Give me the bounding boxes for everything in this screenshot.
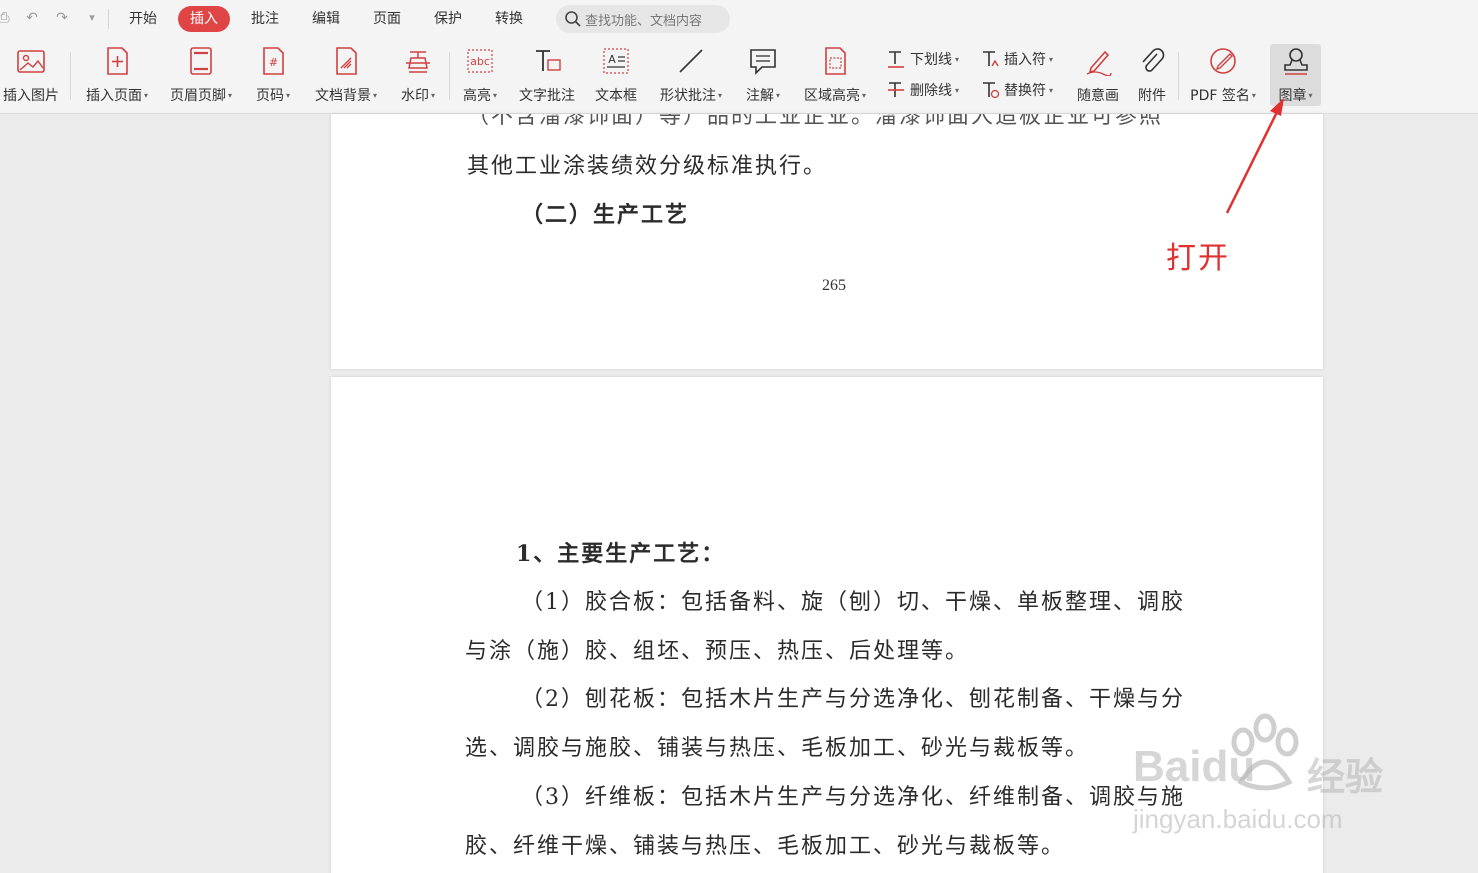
divider [449,52,450,100]
image-icon [17,50,45,73]
tab-comment[interactable]: 批注 [239,6,291,32]
header-footer-label: 页眉页脚 [169,88,226,104]
divider [1178,52,1179,100]
insert-page-label: 插入页面 [85,88,142,104]
chevron-down-icon[interactable]: ▾ [84,10,100,26]
watermark-icon [406,51,430,73]
insert-mark-button[interactable]: 插入符 ▾ [980,48,1053,70]
highlight-button[interactable]: abc 高亮 ▾ [455,44,505,106]
print-icon[interactable]: ⎙ [0,10,12,26]
tab-edit[interactable]: 编辑 [300,6,352,32]
annotation-label: 打开 [1166,241,1230,276]
insert-mark-label: 插入符 [1004,52,1046,68]
paragraph-line: 与涂（施）胶、组坯、预压、热压、后处理等。 [465,639,970,664]
partial-text-line: （不含溜漆饰面）等）品的工业企业。溜漆饰面人造板企业可参照 [467,114,1164,129]
area-highlight-icon [825,47,846,75]
watermark-url: jingyan.baidu.com [1133,804,1343,834]
tab-home[interactable]: 开始 [117,6,169,32]
paragraph-line: 胶、纤维干燥、铺装与热压、毛板加工、砂光与裁板等。 [465,834,1066,859]
tab-page[interactable]: 页面 [361,6,413,32]
background-icon [336,47,357,75]
highlight-label: 高亮 [462,88,491,104]
doc-background-button[interactable]: 文档背景 ▾ [306,44,386,106]
text-box-label: 文本框 [595,88,637,104]
search-icon [565,11,581,27]
watermark-brand-cn: 经验 [1307,755,1384,799]
note-icon [750,49,776,75]
strikethrough-icon [888,82,904,97]
replace-mark-label: 替换符 [1004,83,1046,99]
search-placeholder: 查找功能、文档内容 [585,13,703,29]
paragraph-line: 选、调胶与施胶、铺装与热压、毛板加工、砂光与裁板等。 [465,736,1090,761]
strikethrough-label: 删除线 [910,83,952,99]
replace-mark-button[interactable]: 替换符 ▾ [980,79,1053,101]
text-comment-button[interactable]: 文字批注 [512,44,582,106]
stamp-button[interactable]: 图章 ▾ [1270,44,1321,106]
page-plus-icon [107,47,128,75]
paragraph-line: 其他工业涂装绩效分级标准执行。 [467,154,828,179]
watermark-brand: Baidu [1133,742,1256,791]
note-button[interactable]: 注解 ▾ [738,44,788,106]
doc-background-label: 文档背景 [314,88,371,104]
divider [70,52,71,100]
highlight-icon: abc [467,49,493,73]
attachment-label: 附件 [1138,88,1166,104]
stamp-icon [1283,48,1308,75]
page-number-icon: # [263,47,284,75]
insert-page-button[interactable]: 插入页面 ▾ [78,44,156,106]
area-highlight-label: 区域高亮 [803,88,860,104]
text-box-button[interactable]: A 文本框 [588,44,644,106]
tab-protect[interactable]: 保护 [422,6,474,32]
text-comment-label: 文字批注 [519,88,575,104]
svg-text:#: # [269,56,278,69]
redo-icon[interactable]: ↷ [54,10,70,26]
signature-icon [1210,48,1236,74]
search-box[interactable]: 查找功能、文档内容 [556,5,730,33]
strikethrough-button[interactable]: 删除线 ▾ [886,79,959,101]
page-number-button[interactable]: # 页码 ▾ [248,44,298,106]
page-number-label: 页码 [255,88,284,104]
pdf-sign-button[interactable]: PDF 签名 ▾ [1184,44,1262,106]
baidu-watermark: Baidu 经验 jingyan.baidu.com [1133,712,1413,842]
line-shape-icon [679,49,703,73]
page-number: 265 [822,277,846,294]
replace-mark-icon [983,82,1000,99]
undo-icon[interactable]: ↶ [24,10,40,26]
svg-text:A: A [608,53,616,66]
insert-mark-icon [983,51,999,67]
header-footer-button[interactable]: 页眉页脚 ▾ [162,44,240,106]
watermark-button[interactable]: 水印 ▾ [393,44,443,106]
freehand-button[interactable]: 随意画 [1072,44,1124,106]
freehand-label: 随意画 [1077,88,1119,104]
underline-icon [888,51,904,68]
shape-comment-label: 形状批注 [659,88,716,104]
pen-icon [1086,50,1112,76]
pdf-sign-label: PDF 签名 [1190,88,1250,104]
insert-image-label: 插入图片 [3,88,59,104]
paragraph-line: （3）纤维板：包括木片生产与分选净化、纤维制备、调胶与施 [521,785,1185,810]
text-box-icon: A [603,48,629,74]
underline-label: 下划线 [910,52,952,68]
watermark-label: 水印 [400,88,429,104]
stamp-label: 图章 [1278,88,1307,104]
section-heading: 1、主要生产工艺： [516,541,726,567]
area-highlight-button[interactable]: 区域高亮 ▾ [796,44,874,106]
header-footer-icon [190,47,212,75]
paperclip-icon [1142,48,1165,72]
insert-image-button[interactable]: 插入图片 [0,44,62,106]
menu-bar: ⎙ ↶ ↷ ▾ 开始 插入 批注 编辑 页面 保护 转换 查找功能、文档内容 [0,0,1478,38]
section-heading: （二）生产工艺 [521,202,690,228]
tab-insert[interactable]: 插入 [178,6,230,32]
svg-text:abc: abc [470,55,490,68]
divider [108,9,109,29]
note-label: 注解 [745,88,774,104]
shape-comment-button[interactable]: 形状批注 ▾ [652,44,730,106]
text-comment-icon [536,50,561,71]
underline-button[interactable]: 下划线 ▾ [886,48,959,70]
attachment-button[interactable]: 附件 [1130,44,1174,106]
paragraph-line: （1）胶合板：包括备料、旋（刨）切、干燥、单板整理、调胶 [521,590,1185,615]
paragraph-line: （2）刨花板：包括木片生产与分选净化、刨花制备、干燥与分 [521,687,1185,712]
ribbon-toolbar: 插入图片 插入页面 ▾ 页眉页脚 ▾ # 页码 ▾ 文档背景 ▾ 水印 ▾ ab… [0,38,1478,114]
tab-convert[interactable]: 转换 [483,6,535,32]
